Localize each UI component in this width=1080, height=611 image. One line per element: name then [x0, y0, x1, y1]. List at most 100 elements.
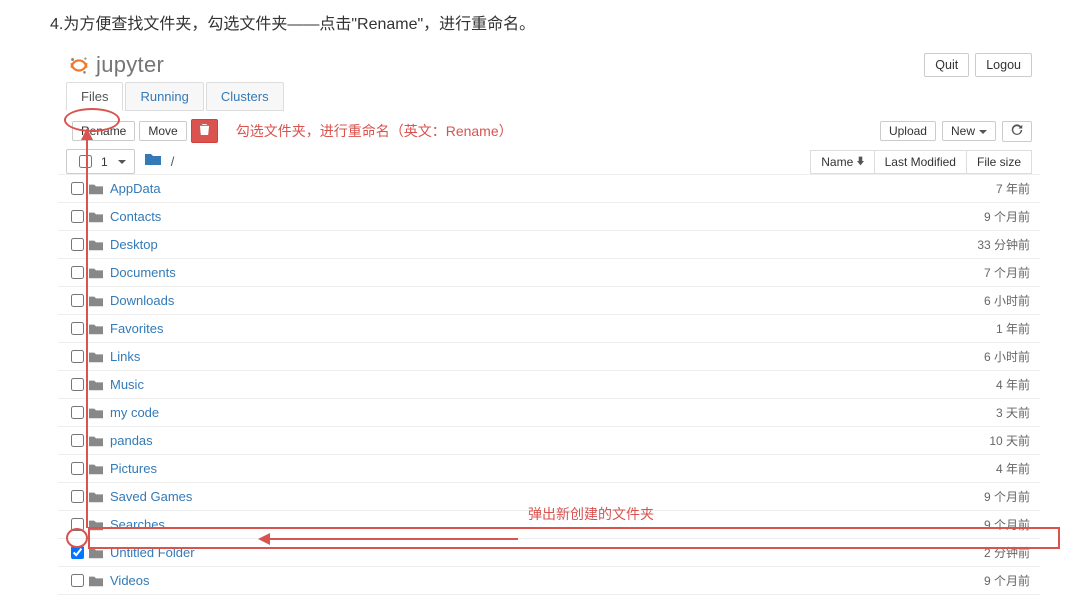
row-checkbox-wrap [68, 406, 86, 419]
table-row[interactable]: Videos9 个月前 [58, 567, 1040, 595]
tab-running[interactable]: Running [125, 82, 203, 111]
upload-button[interactable]: Upload [880, 121, 936, 141]
file-time: 9 个月前 [920, 572, 1030, 589]
file-time: 9 个月前 [920, 208, 1030, 225]
tab-clusters[interactable]: Clusters [206, 82, 284, 111]
row-checkbox[interactable] [71, 574, 84, 587]
trash-icon [199, 125, 210, 139]
table-row[interactable]: Music4 年前 [58, 371, 1040, 399]
row-checkbox[interactable] [71, 518, 84, 531]
row-checkbox-wrap [68, 350, 86, 363]
row-checkbox[interactable] [71, 490, 84, 503]
file-name[interactable]: my code [110, 405, 920, 420]
quit-button[interactable]: Quit [924, 53, 969, 77]
row-checkbox[interactable] [71, 182, 84, 195]
folder-icon [86, 434, 106, 448]
row-checkbox-wrap [68, 378, 86, 391]
action-bar: Rename Move 勾选文件夹，进行重命名（英文：Rename） Uploa… [58, 111, 1040, 149]
folder-icon [86, 266, 106, 280]
table-row[interactable]: Contacts9 个月前 [58, 203, 1040, 231]
logo[interactable]: jupyter [68, 52, 164, 78]
file-name[interactable]: Pictures [110, 461, 920, 476]
row-checkbox-wrap [68, 266, 86, 279]
screenshot-frame: jupyter Quit Logou Files Running Cluster… [58, 46, 1040, 595]
logo-text: jupyter [96, 52, 164, 78]
selected-count: 1 [101, 155, 108, 169]
refresh-icon [1011, 125, 1023, 139]
table-row[interactable]: Desktop33 分钟前 [58, 231, 1040, 259]
file-time: 2 分钟前 [920, 544, 1030, 561]
folder-icon [86, 574, 106, 588]
folder-icon [86, 210, 106, 224]
breadcrumb-root[interactable]: / [171, 154, 175, 169]
select-count-dropdown[interactable]: 1 [66, 149, 135, 174]
file-name[interactable]: pandas [110, 433, 920, 448]
table-row[interactable]: my code3 天前 [58, 399, 1040, 427]
file-name[interactable]: Desktop [110, 237, 920, 252]
chevron-down-icon [118, 160, 126, 164]
sort-file-size[interactable]: File size [967, 150, 1032, 174]
breadcrumb-bar: 1 / Name Last Modified File size [58, 149, 1040, 174]
row-checkbox-wrap [68, 210, 86, 223]
file-name[interactable]: Videos [110, 573, 920, 588]
row-checkbox[interactable] [71, 266, 84, 279]
folder-icon [86, 350, 106, 364]
table-row[interactable]: Favorites1 年前 [58, 315, 1040, 343]
file-name[interactable]: Downloads [110, 293, 920, 308]
folder-icon [86, 378, 106, 392]
refresh-button[interactable] [1002, 121, 1032, 142]
row-checkbox[interactable] [71, 238, 84, 251]
folder-icon [86, 462, 106, 476]
logout-button[interactable]: Logou [975, 53, 1032, 77]
annotation-rename-hint: 勾选文件夹，进行重命名（英文：Rename） [236, 121, 513, 141]
file-time: 9 个月前 [920, 488, 1030, 505]
file-time: 7 年前 [920, 180, 1030, 197]
file-name[interactable]: Music [110, 377, 920, 392]
new-button[interactable]: New [942, 121, 996, 141]
table-row[interactable]: Documents7 个月前 [58, 259, 1040, 287]
file-time: 9 个月前 [920, 516, 1030, 533]
delete-button[interactable] [191, 119, 218, 143]
table-row[interactable]: Untitled Folder2 分钟前 [58, 539, 1040, 567]
row-checkbox-wrap [68, 462, 86, 475]
row-checkbox-wrap [68, 294, 86, 307]
row-checkbox[interactable] [71, 378, 84, 391]
file-name[interactable]: Saved Games [110, 489, 920, 504]
file-name[interactable]: Documents [110, 265, 920, 280]
sort-name[interactable]: Name [810, 150, 874, 174]
select-all-checkbox[interactable] [79, 155, 92, 168]
table-row[interactable]: Pictures4 年前 [58, 455, 1040, 483]
row-checkbox[interactable] [71, 322, 84, 335]
folder-icon [86, 294, 106, 308]
file-name[interactable]: Contacts [110, 209, 920, 224]
table-row[interactable]: Downloads6 小时前 [58, 287, 1040, 315]
row-checkbox[interactable] [71, 406, 84, 419]
header: jupyter Quit Logou [58, 46, 1040, 82]
row-checkbox[interactable] [71, 434, 84, 447]
table-row[interactable]: AppData7 年前 [58, 175, 1040, 203]
table-row[interactable]: Saved Games9 个月前 [58, 483, 1040, 511]
move-button[interactable]: Move [139, 121, 186, 141]
file-name[interactable]: Favorites [110, 321, 920, 336]
row-checkbox[interactable] [71, 546, 84, 559]
folder-icon [86, 322, 106, 336]
row-checkbox[interactable] [71, 210, 84, 223]
row-checkbox[interactable] [71, 462, 84, 475]
table-row[interactable]: Searches9 个月前 [58, 511, 1040, 539]
tab-files[interactable]: Files [66, 82, 123, 111]
file-name[interactable]: Untitled Folder [110, 545, 920, 560]
row-checkbox[interactable] [71, 350, 84, 363]
file-time: 4 年前 [920, 460, 1030, 477]
arrow-down-icon [857, 155, 864, 169]
file-name[interactable]: Links [110, 349, 920, 364]
table-row[interactable]: Links6 小时前 [58, 343, 1040, 371]
folder-icon [86, 546, 106, 560]
table-row[interactable]: pandas10 天前 [58, 427, 1040, 455]
file-name[interactable]: Searches [110, 517, 920, 532]
row-checkbox[interactable] [71, 294, 84, 307]
rename-button[interactable]: Rename [72, 121, 135, 141]
folder-icon[interactable] [145, 152, 161, 171]
sort-last-modified[interactable]: Last Modified [875, 150, 967, 174]
file-name[interactable]: AppData [110, 181, 920, 196]
file-time: 1 年前 [920, 320, 1030, 337]
